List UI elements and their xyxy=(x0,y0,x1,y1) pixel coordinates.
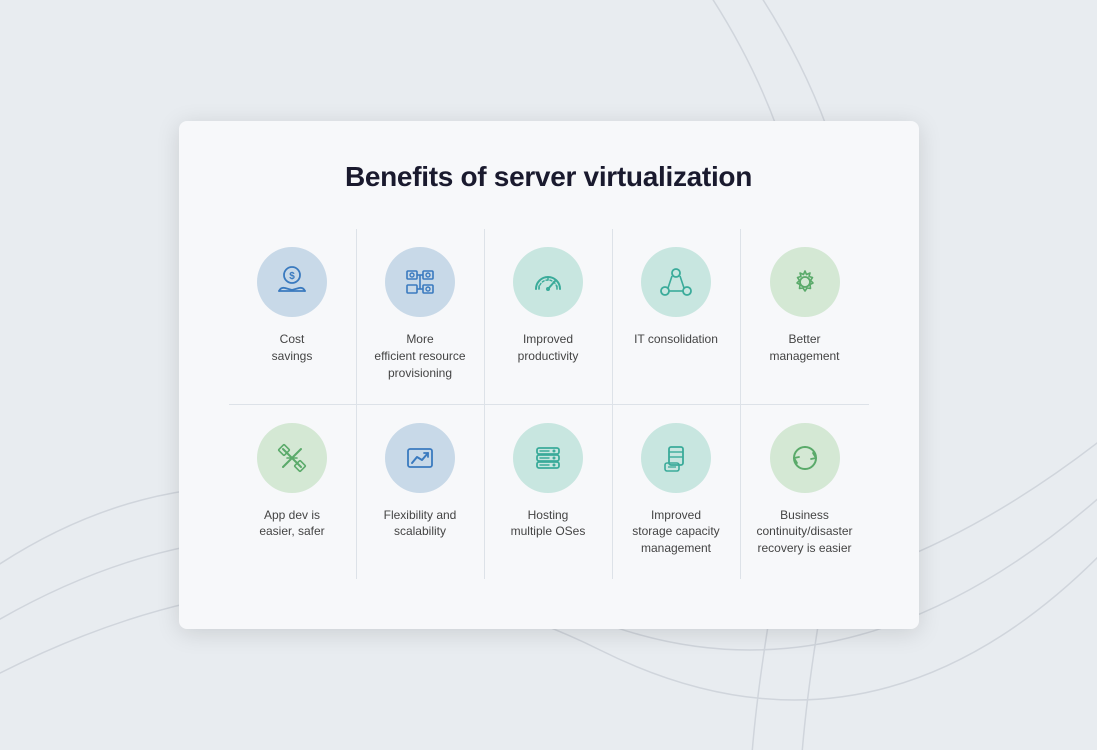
benefit-resource-provisioning: Moreefficient resourceprovisioning xyxy=(357,229,485,404)
slide-title: Benefits of server virtualization xyxy=(229,161,869,193)
benefit-it-consolidation: IT consolidation xyxy=(613,229,741,404)
business-continuity-icon-circle xyxy=(770,423,840,493)
server-settings-icon xyxy=(401,263,439,301)
flexibility-scalability-label: Flexibility andscalability xyxy=(384,507,457,541)
benefit-hosting-oses: Hostingmultiple OSes xyxy=(485,405,613,579)
storage-capacity-icon-circle xyxy=(641,423,711,493)
it-consolidation-icon-circle xyxy=(641,247,711,317)
hosting-oses-icon-circle xyxy=(513,423,583,493)
improved-productivity-label: Improvedproductivity xyxy=(518,331,579,365)
growth-arrow-icon xyxy=(401,439,439,477)
cost-savings-label: Costsavings xyxy=(272,331,313,365)
improved-productivity-icon-circle xyxy=(513,247,583,317)
slide-card: Benefits of server virtualization $ Cost… xyxy=(179,121,919,629)
database-icon xyxy=(657,439,695,477)
benefit-cost-savings: $ Costsavings xyxy=(229,229,357,404)
benefit-app-dev: App dev iseasier, safer xyxy=(229,405,357,579)
better-management-label: Bettermanagement xyxy=(769,331,839,365)
benefit-better-management: Bettermanagement xyxy=(741,229,869,404)
benefit-improved-productivity: Improvedproductivity xyxy=(485,229,613,404)
storage-capacity-label: Improvedstorage capacitymanagement xyxy=(632,507,719,557)
app-dev-icon-circle xyxy=(257,423,327,493)
recycle-icon xyxy=(786,439,824,477)
resource-provisioning-label: Moreefficient resourceprovisioning xyxy=(374,331,465,381)
speedometer-icon xyxy=(529,263,567,301)
resource-provisioning-icon-circle xyxy=(385,247,455,317)
svg-text:$: $ xyxy=(289,271,295,282)
server-layers-icon xyxy=(529,439,567,477)
benefit-storage-capacity: Improvedstorage capacitymanagement xyxy=(613,405,741,579)
money-hand-icon: $ xyxy=(273,263,311,301)
better-management-icon-circle xyxy=(770,247,840,317)
network-icon xyxy=(657,263,695,301)
business-continuity-label: Businesscontinuity/disasterrecovery is e… xyxy=(756,507,852,557)
tools-icon xyxy=(273,439,311,477)
flexibility-scalability-icon-circle xyxy=(385,423,455,493)
hosting-oses-label: Hostingmultiple OSes xyxy=(511,507,586,541)
benefit-business-continuity: Businesscontinuity/disasterrecovery is e… xyxy=(741,405,869,579)
benefits-grid: $ Costsavings xyxy=(229,229,869,579)
it-consolidation-label: IT consolidation xyxy=(634,331,718,348)
app-dev-label: App dev iseasier, safer xyxy=(259,507,324,541)
benefit-flexibility-scalability: Flexibility andscalability xyxy=(357,405,485,579)
gear-icon xyxy=(786,263,824,301)
cost-savings-icon-circle: $ xyxy=(257,247,327,317)
